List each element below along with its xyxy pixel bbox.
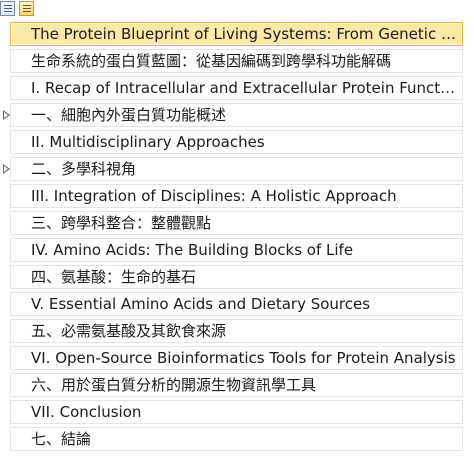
outline-item-label: VI. Open-Source Bioinformatics Tools for… bbox=[31, 349, 456, 367]
outline-item[interactable]: 四、氨基酸：生命的基石 bbox=[10, 265, 463, 289]
outline-item[interactable]: III. Integration of Disciplines: A Holis… bbox=[10, 184, 463, 208]
outline-item[interactable]: The Protein Blueprint of Living Systems:… bbox=[10, 22, 463, 46]
outline-item-label: 六、用於蛋白質分析的開源生物資訊學工具 bbox=[31, 376, 317, 394]
outline-item[interactable]: 二、多學科視角 bbox=[3, 157, 463, 181]
outline-item[interactable]: 一、細胞內外蛋白質功能概述 bbox=[3, 103, 463, 127]
outline-item[interactable]: VI. Open-Source Bioinformatics Tools for… bbox=[10, 346, 463, 370]
outline-toolbar bbox=[0, 0, 474, 20]
outline-item-label: 二、多學科視角 bbox=[31, 160, 137, 178]
outline-item-label: II. Multidisciplinary Approaches bbox=[31, 133, 265, 151]
outline-item[interactable]: VII. Conclusion bbox=[10, 400, 463, 424]
outline-item[interactable]: V. Essential Amino Acids and Dietary Sou… bbox=[10, 292, 463, 316]
outline-item[interactable]: IV. Amino Acids: The Building Blocks of … bbox=[10, 238, 463, 262]
outline-item-label: 七、結論 bbox=[31, 430, 92, 448]
outline-item-label: III. Integration of Disciplines: A Holis… bbox=[31, 187, 397, 205]
outline-list-highlight-icon[interactable] bbox=[19, 1, 34, 16]
outline-item-label: V. Essential Amino Acids and Dietary Sou… bbox=[31, 295, 371, 313]
outline-item[interactable]: I. Recap of Intracellular and Extracellu… bbox=[10, 76, 463, 100]
outline-item-label: VII. Conclusion bbox=[31, 403, 142, 421]
outline-item-label: IV. Amino Acids: The Building Blocks of … bbox=[31, 241, 354, 259]
outline-item-label: 四、氨基酸：生命的基石 bbox=[31, 268, 197, 286]
expand-arrow-icon[interactable] bbox=[3, 110, 11, 120]
outline-item-label: I. Recap of Intracellular and Extracellu… bbox=[31, 79, 459, 97]
outline-list-icon[interactable] bbox=[0, 1, 15, 16]
expand-arrow-icon[interactable] bbox=[3, 164, 11, 174]
outline-item[interactable]: 六、用於蛋白質分析的開源生物資訊學工具 bbox=[10, 373, 463, 397]
outline-item-label: The Protein Blueprint of Living Systems:… bbox=[31, 25, 459, 43]
outline-item[interactable]: 七、結論 bbox=[10, 427, 463, 451]
outline-item-label: 生命系統的蛋白質藍圖：從基因編碼到跨學科功能解碼 bbox=[31, 52, 392, 70]
outline-item-label: 三、跨學科整合：整體觀點 bbox=[31, 214, 212, 232]
outline-item[interactable]: 生命系統的蛋白質藍圖：從基因編碼到跨學科功能解碼 bbox=[10, 49, 463, 73]
outline-item[interactable]: 五、必需氨基酸及其飲食來源 bbox=[10, 319, 463, 343]
outline-item[interactable]: II. Multidisciplinary Approaches bbox=[10, 130, 463, 154]
outline-item-label: 五、必需氨基酸及其飲食來源 bbox=[31, 322, 227, 340]
outline-item[interactable]: 三、跨學科整合：整體觀點 bbox=[10, 211, 463, 235]
outline-item-label: 一、細胞內外蛋白質功能概述 bbox=[31, 106, 227, 124]
